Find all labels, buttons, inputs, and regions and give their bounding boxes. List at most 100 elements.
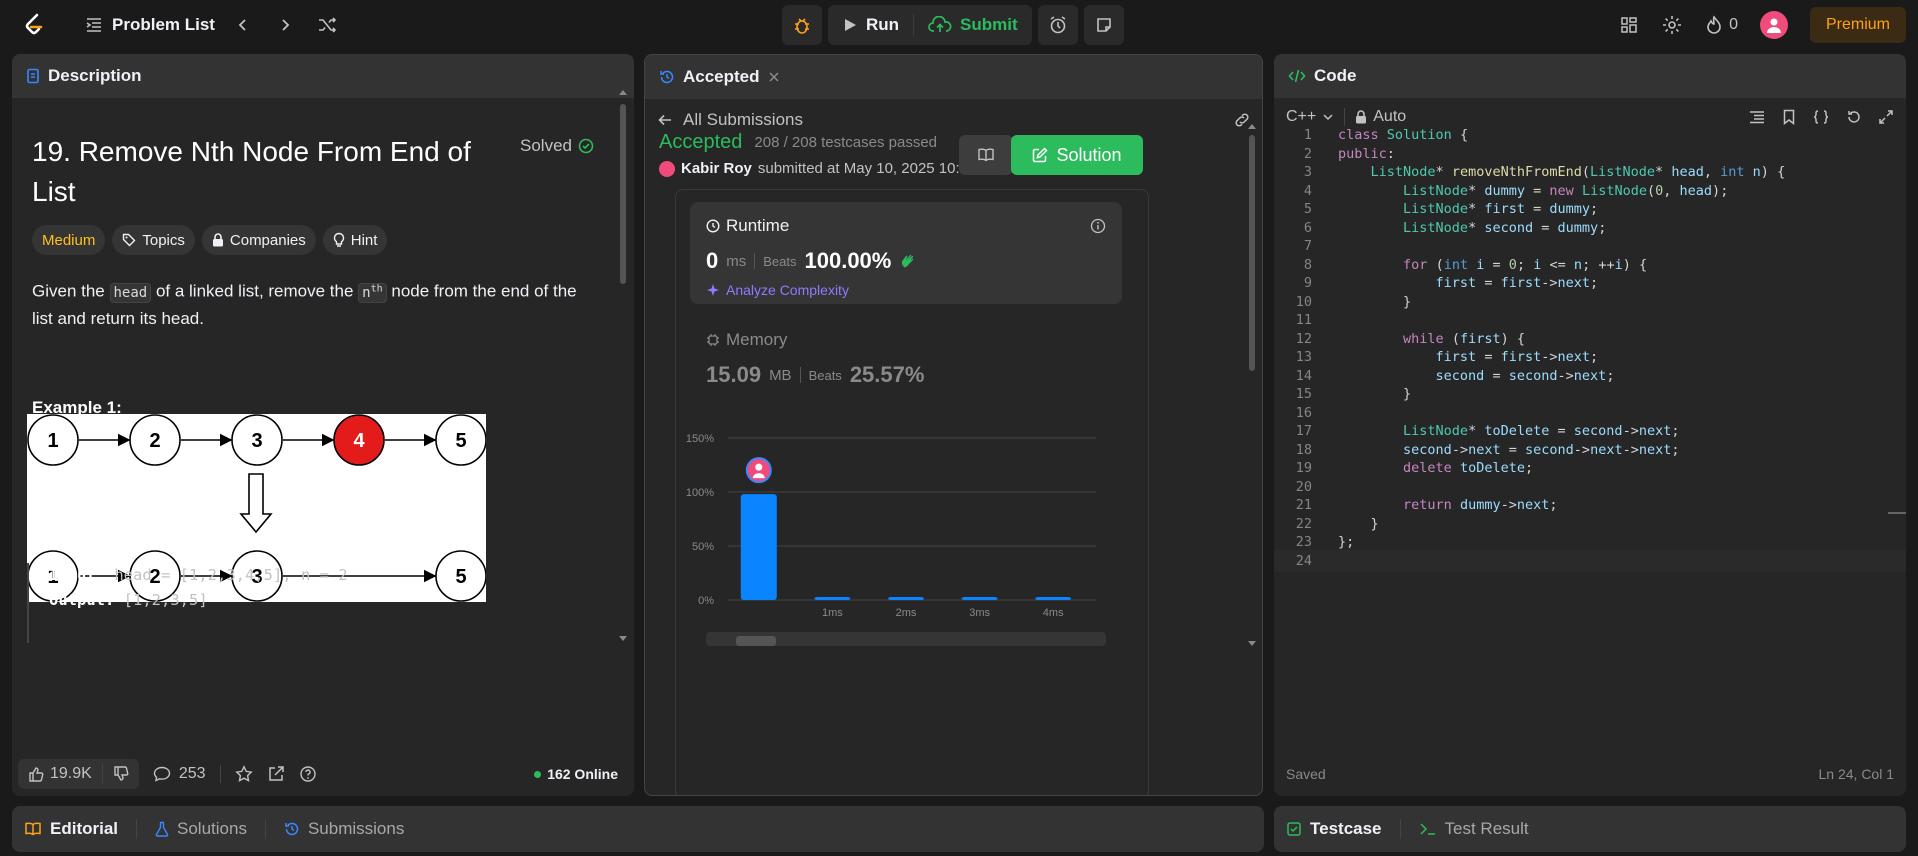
online-dot <box>534 770 542 778</box>
check-circle-icon <box>578 138 594 154</box>
like-button[interactable]: 19.9K <box>18 765 102 783</box>
submitted-by: Kabir Roy submitted at May 10, 2025 10:5… <box>659 160 976 177</box>
premium-button[interactable]: Premium <box>1809 7 1906 43</box>
online-label: 162 Online <box>547 766 618 782</box>
next-problem-button[interactable] <box>271 11 299 39</box>
prev-problem-button[interactable] <box>229 11 257 39</box>
code-text: for (int i = 0; i <= n; ++i) { <box>1403 256 1648 273</box>
problem-list-button[interactable]: Problem List <box>84 15 215 35</box>
timer-button[interactable] <box>1037 5 1078 45</box>
editorial-button[interactable] <box>959 135 1013 175</box>
solved-label: Solved <box>520 136 572 155</box>
code-line[interactable]: 24 <box>1274 549 1906 573</box>
topics-label: Topics <box>142 231 185 249</box>
editor-actions <box>1748 109 1894 125</box>
scroll-thumb[interactable] <box>736 636 776 646</box>
document-icon <box>27 68 39 84</box>
braces-icon[interactable] <box>1812 109 1830 125</box>
reset-icon[interactable] <box>1846 109 1862 125</box>
debug-button[interactable] <box>782 5 822 45</box>
close-icon[interactable] <box>768 71 780 83</box>
clap-icon <box>902 254 914 268</box>
editorial-label: Editorial <box>50 819 119 838</box>
tab-solutions[interactable]: Solutions <box>155 819 247 839</box>
node-label: 3 <box>251 430 262 452</box>
tab-testcase[interactable]: Testcase <box>1286 819 1382 839</box>
lightbulb-icon <box>333 232 344 247</box>
line-number: 15 <box>1295 386 1312 403</box>
hint-tag[interactable]: Hint <box>322 225 388 255</box>
code-footer: Saved Ln 24, Col 1 <box>1274 752 1906 796</box>
tab-code[interactable]: Code <box>1314 66 1357 86</box>
terminal-icon <box>1419 823 1435 835</box>
companies-tag[interactable]: Companies <box>201 225 316 255</box>
notes-button[interactable] <box>1083 5 1124 45</box>
fire-icon <box>1707 15 1721 34</box>
user-avatar[interactable] <box>1759 11 1788 39</box>
submit-button[interactable]: Submit <box>914 5 1032 45</box>
layout-grid-icon[interactable] <box>1619 15 1639 35</box>
expand-icon[interactable] <box>1878 109 1894 125</box>
tab-test-result[interactable]: Test Result <box>1419 819 1529 839</box>
dislike-button[interactable] <box>103 766 139 782</box>
post-solution-button[interactable]: Solution <box>1011 135 1143 175</box>
line-number: 20 <box>1295 478 1312 495</box>
chart-horizontal-scrollbar[interactable] <box>706 632 1106 646</box>
memory-card[interactable]: Memory 15.09 MB Beats 25.57% <box>706 330 1206 388</box>
comments-button[interactable]: 253 <box>153 765 206 783</box>
divider <box>219 765 221 783</box>
node-label: 5 <box>455 430 466 452</box>
help-icon[interactable] <box>299 765 317 783</box>
history-icon <box>285 822 299 836</box>
arrow-left-icon <box>658 114 671 126</box>
line-number: 23 <box>1295 534 1312 551</box>
input-value: head = [1,2,3,4,5], n = 2 <box>114 566 348 584</box>
star-icon[interactable] <box>234 765 253 783</box>
result-scrollbar[interactable] <box>1245 121 1259 695</box>
tab-description[interactable]: Description <box>48 66 142 86</box>
node-label: 1 <box>47 430 58 452</box>
y-tick-label: 100% <box>686 487 714 499</box>
code-editor[interactable]: 1 class Solution {2 public: 3 ListNode* rem… <box>1274 127 1906 730</box>
streak-counter[interactable]: 0 <box>1705 15 1738 35</box>
runtime-card[interactable]: Runtime 0 ms Beats 100.00% Analyze Compl… <box>690 202 1122 304</box>
leetcode-logo-icon[interactable] <box>20 11 48 39</box>
random-problem-button[interactable] <box>313 11 341 39</box>
solution-label: Solution <box>1056 144 1122 165</box>
code-text: } <box>1403 386 1412 403</box>
topics-tag[interactable]: Topics <box>112 225 195 255</box>
inline-code-nth: nth <box>358 282 387 303</box>
divider <box>136 819 138 839</box>
info-icon[interactable] <box>1090 218 1106 234</box>
y-tick-label: 0% <box>698 595 714 607</box>
online-count: 162 Online <box>534 766 618 782</box>
share-icon[interactable] <box>267 765 285 783</box>
format-icon[interactable] <box>1748 109 1766 125</box>
run-button[interactable]: Run <box>828 5 913 45</box>
analyze-complexity-link[interactable]: Analyze Complexity <box>706 282 1106 298</box>
tab-submissions[interactable]: Submissions <box>284 819 404 839</box>
line-number: 22 <box>1295 515 1312 532</box>
memory-header: Memory <box>706 330 1206 350</box>
username[interactable]: Kabir Roy <box>681 160 752 177</box>
divider <box>799 367 801 383</box>
user-avatar-small[interactable] <box>659 160 675 177</box>
run-submit-group: Run Submit <box>828 5 1032 45</box>
status-line: Accepted 208 / 208 testcases passed <box>659 131 976 154</box>
code-text: ListNode* removeNthFromEnd(ListNode* hea… <box>1370 164 1786 181</box>
bookmark-icon[interactable] <box>1782 109 1796 125</box>
marker-head <box>755 463 763 471</box>
description-scrollbar[interactable] <box>616 84 630 664</box>
submit-label: Submit <box>960 15 1018 34</box>
line-number: 11 <box>1295 312 1312 329</box>
settings-gear-icon[interactable] <box>1661 14 1683 36</box>
line-number: 16 <box>1295 404 1312 421</box>
x-tick-label: 4ms <box>1043 607 1064 619</box>
statement-text: of a linked list, remove the <box>155 281 354 301</box>
code-text: } <box>1403 293 1412 310</box>
line-number: 14 <box>1295 367 1312 384</box>
tab-accepted[interactable]: Accepted <box>683 67 760 87</box>
y-tick-label: 150% <box>686 433 714 445</box>
tab-editorial[interactable]: Editorial <box>24 819 118 839</box>
x-tick-label: 2ms <box>896 607 917 619</box>
